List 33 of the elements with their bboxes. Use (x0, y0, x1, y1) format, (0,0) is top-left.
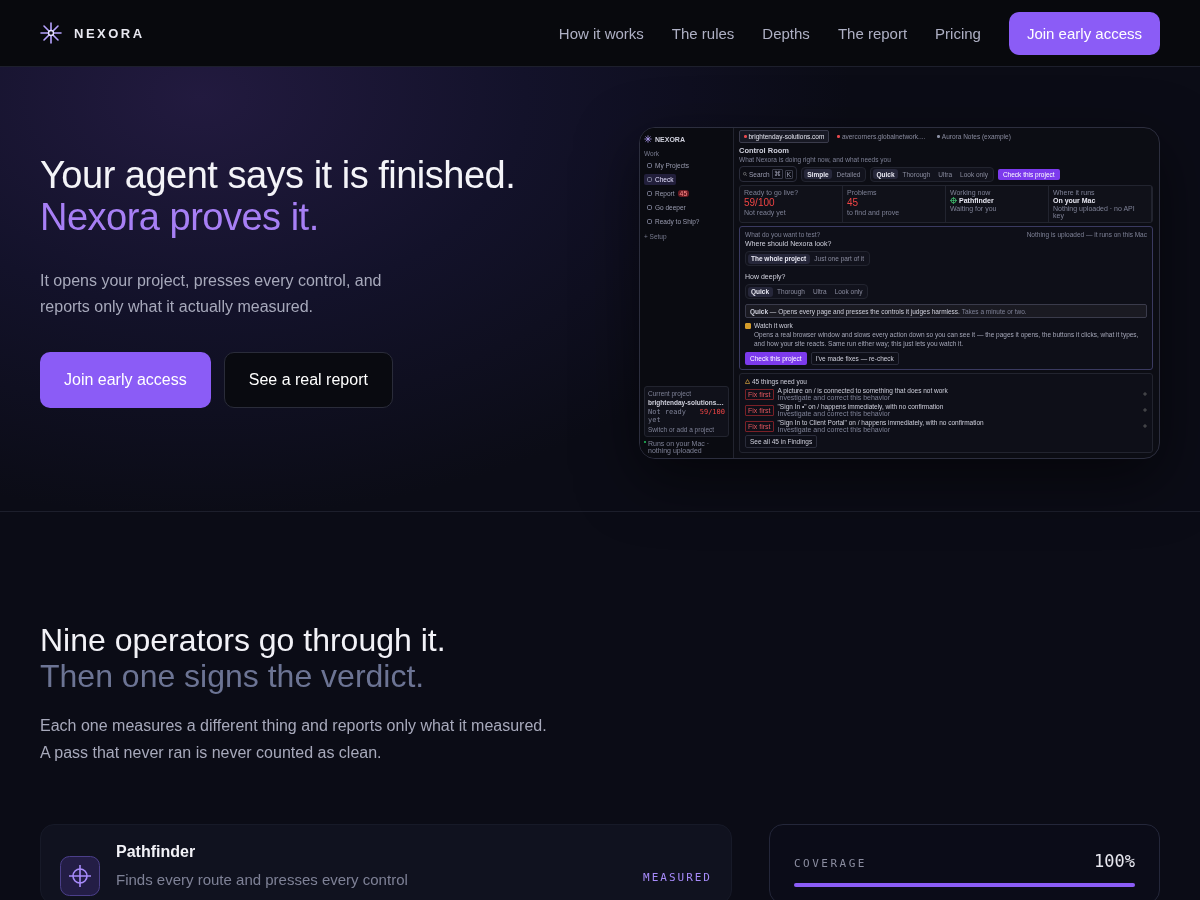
section-text: Each one measures a different thing and reports only what it measured. (40, 716, 548, 736)
operator-text: Finds every route and presses every control (116, 871, 409, 888)
report-button[interactable]: See a real report (223, 352, 393, 408)
warning-icon (745, 379, 750, 384)
hero-text: It opens your project, presses every control, and reports only what it actually measured. (40, 271, 383, 317)
checkbox[interactable] (745, 322, 751, 329)
stat-value: 59/100 (744, 197, 775, 208)
brand-name: NEXORA (74, 25, 145, 41)
nav-link[interactable]: The report (837, 24, 908, 42)
crosshair-icon (60, 856, 100, 896)
section-title: Nine operators go through it. (40, 622, 447, 658)
nav-link[interactable]: Pricing (935, 24, 981, 42)
operator-status: MEASURED (643, 871, 712, 884)
plus-icon[interactable] (1143, 392, 1147, 396)
section-subtitle: Then one signs the verdict. (40, 658, 426, 694)
plus-icon[interactable] (1143, 424, 1147, 428)
sparkle-logo-icon (40, 22, 62, 44)
join-button[interactable]: Join early access (1008, 11, 1160, 55)
section-text: A pass that never ran is never counted as clean. (40, 743, 383, 763)
nav-link[interactable]: How it works (558, 24, 644, 42)
stat-value: 45 (847, 197, 859, 208)
join-button[interactable]: Join early access (40, 352, 211, 408)
nav-link[interactable]: Depths (762, 24, 810, 42)
hero-title-accent: Nexora proves it. (40, 196, 320, 238)
coverage-value: 100% (1094, 851, 1135, 871)
coverage-label: COVERAGE (794, 857, 867, 870)
nav-link[interactable]: The rules (671, 24, 735, 42)
search-icon (743, 172, 747, 176)
hero-title: Your agent says it is finished. (40, 154, 516, 196)
compass-icon (950, 197, 957, 204)
operator-name: Pathfinder (116, 843, 197, 861)
plus-icon[interactable] (1143, 408, 1147, 412)
sparkle-logo-icon (644, 135, 652, 143)
